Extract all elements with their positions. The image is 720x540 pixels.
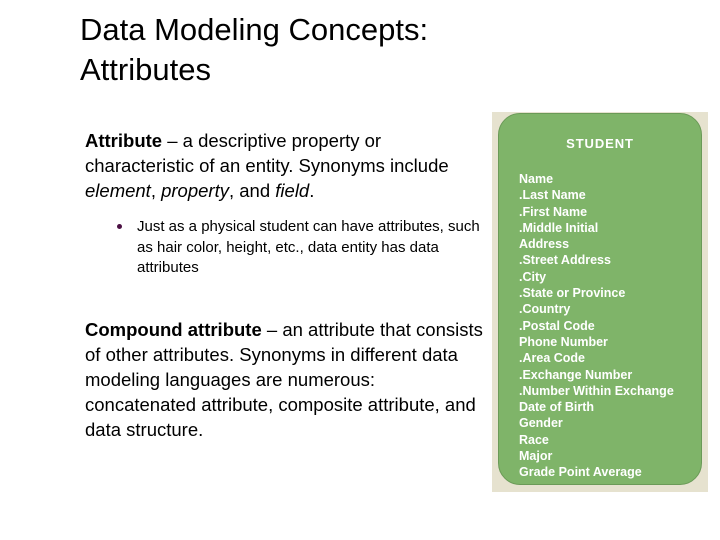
list-item: .State or Province [519,286,626,301]
list-item-label: Just as a physical student can have attr… [137,218,480,276]
list-item: .City [519,269,547,284]
list-item: .Last Name [519,188,586,203]
list-item: Phone Number [519,334,608,349]
synonym-field: field [275,180,310,201]
body-content: Attribute – a descriptive property or ch… [85,128,485,442]
entity-attribute-list: Name .Last Name .First Name .Middle Init… [499,171,701,481]
attribute-definition-text-b: . [309,180,315,201]
list-item: Major [519,449,553,464]
list-item: Date of Birth [519,400,594,415]
list-item: .Exchange Number [519,367,633,382]
entity-title: STUDENT [566,136,634,151]
list-item: .Number Within Exchange [519,383,674,398]
list-item: .First Name [519,204,588,219]
bullet-dot-icon [117,224,122,229]
compound-attribute-paragraph: Compound attribute – an attribute that c… [85,317,485,442]
list-item: Just as a physical student can have attr… [117,217,482,279]
list-item: .Street Address [519,253,611,268]
synonym-element: element [85,180,151,201]
attribute-definition-paragraph: Attribute – a descriptive property or ch… [85,128,480,203]
compound-attribute-term: Compound attribute [85,318,262,340]
page-title-line-2: Attributes [80,52,211,87]
page-title-line-1: Data Modeling Concepts: [80,12,429,47]
synonym-separator-1: , [150,180,162,201]
list-item: .Area Code [519,351,585,366]
synonym-separator-2: , and [228,180,276,201]
list-item: Grade Point Average [519,465,642,480]
list-item: Race [519,432,549,447]
list-item: .Postal Code [519,318,595,333]
list-item: Gender [519,416,563,431]
attribute-examples-list: Just as a physical student can have attr… [85,217,485,279]
page-title: Data Modeling Concepts: Attributes [80,10,640,90]
synonym-property: property [161,180,229,201]
entity-panel-student: STUDENT Name .Last Name .First Name .Mid… [498,113,702,485]
list-item: .Middle Initial [519,220,599,235]
list-item: Address [519,237,570,252]
list-item: .Country [519,302,571,317]
attribute-term: Attribute [85,130,163,151]
list-item: Name [519,172,554,186]
slide-canvas: Data Modeling Concepts: Attributes Attri… [0,0,720,540]
